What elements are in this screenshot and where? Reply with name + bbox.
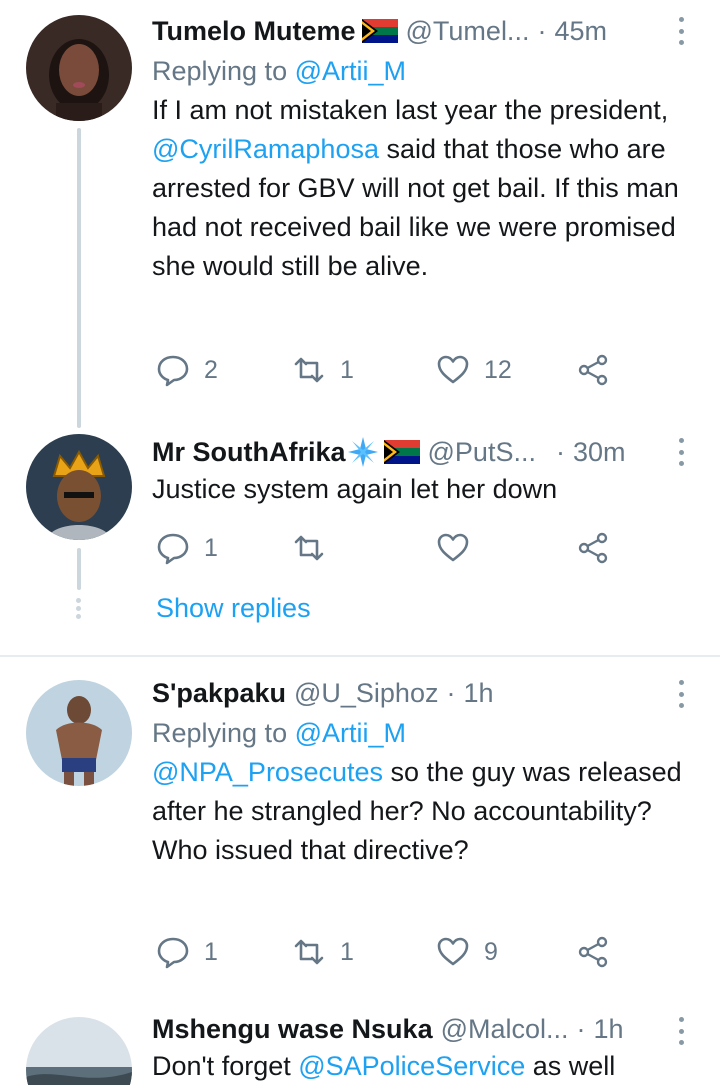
user-handle[interactable]: @PutS... [428, 437, 536, 468]
reply-count: 1 [204, 533, 218, 562]
like-button[interactable]: 12 [436, 350, 512, 390]
separator: · [555, 436, 565, 467]
reply-count: 2 [204, 355, 218, 384]
display-name[interactable]: Tumelo Muteme [152, 16, 356, 47]
tweet-text: @NPA_Prosecutes so the guy was released … [152, 753, 690, 870]
text-segment: as well [525, 1051, 616, 1081]
share-icon [578, 936, 608, 968]
sparkle-icon [347, 437, 378, 467]
avatar[interactable] [26, 434, 132, 540]
retweet-icon [294, 939, 324, 965]
more-icon[interactable] [676, 680, 686, 708]
sa-flag-icon [361, 19, 398, 43]
timestamp[interactable]: 30m [573, 437, 626, 468]
replying-to-label: Replying to [152, 718, 295, 748]
share-button[interactable] [576, 528, 610, 568]
display-name[interactable]: Mshengu wase Nsuka [152, 1014, 433, 1045]
tweet[interactable]: Mr SouthAfrika @PutS... · 30m Justice sy… [0, 428, 720, 628]
tweet-text: If I am not mistaken last year the presi… [152, 91, 690, 286]
reply-icon [157, 355, 189, 387]
text-segment: If I am not mistaken last year the presi… [152, 95, 669, 125]
avatar[interactable] [26, 680, 132, 786]
share-icon [578, 532, 608, 564]
mention-link[interactable]: @CyrilRamaphosa [152, 134, 379, 164]
sa-flag-icon [383, 440, 420, 464]
like-icon [437, 355, 469, 384]
mention-link[interactable]: @NPA_Prosecutes [152, 757, 383, 787]
like-button[interactable] [436, 528, 470, 568]
user-handle[interactable]: @Malcol... [441, 1014, 569, 1045]
show-replies-link[interactable]: Show replies [156, 593, 311, 624]
retweet-count: 1 [340, 937, 354, 966]
retweet-icon [294, 357, 324, 383]
reply-count: 1 [204, 937, 218, 966]
display-name[interactable]: Mr SouthAfrika [152, 437, 346, 468]
separator: · [537, 15, 547, 46]
retweet-button[interactable] [292, 528, 326, 568]
text-segment: Don't forget [152, 1051, 299, 1081]
reply-button[interactable]: 2 [156, 350, 218, 390]
retweet-icon [294, 535, 324, 561]
reply-button[interactable]: 1 [156, 528, 218, 568]
reply-icon [157, 937, 189, 969]
display-name[interactable]: S'pakpaku [152, 678, 286, 709]
retweet-button[interactable]: 1 [292, 932, 354, 972]
tweet-text: Justice system again let her down [152, 474, 558, 504]
tweet[interactable]: Mshengu wase Nsuka @Malcol... · 1h Don't… [0, 1005, 720, 1085]
more-icon[interactable] [676, 17, 686, 45]
like-icon [437, 937, 469, 966]
mention-link[interactable]: @Artii_M [295, 56, 406, 86]
like-button[interactable]: 9 [436, 932, 498, 972]
share-icon [578, 354, 608, 386]
tweet[interactable]: S'pakpaku @U_Siphoz · 1h Replying to @Ar… [0, 660, 720, 1000]
more-icon[interactable] [676, 438, 686, 466]
tweet-text: Don't forget @SAPoliceService as well [152, 1047, 690, 1085]
replying-to: Replying to @Artii_M [152, 715, 690, 751]
like-icon [437, 533, 469, 562]
reply-icon [157, 533, 189, 565]
user-handle[interactable]: @U_Siphoz [294, 678, 438, 709]
separator: · [576, 1013, 586, 1044]
separator: · [446, 677, 456, 708]
replying-to-label: Replying to [152, 56, 295, 86]
retweet-button[interactable]: 1 [292, 350, 354, 390]
like-count: 9 [484, 937, 498, 966]
avatar[interactable] [26, 15, 132, 121]
mention-link[interactable]: @Artii_M [295, 718, 406, 748]
timestamp[interactable]: 1h [463, 678, 493, 709]
more-icon[interactable] [676, 1017, 686, 1045]
timestamp[interactable]: 1h [594, 1014, 624, 1045]
tweet[interactable]: Tumelo Muteme @Tumel... · 45m Replying t… [0, 0, 720, 420]
avatar[interactable] [26, 1017, 132, 1085]
share-button[interactable] [576, 932, 610, 972]
like-count: 12 [484, 355, 512, 384]
mention-link[interactable]: @SAPoliceService [298, 1051, 525, 1081]
replying-to: Replying to @Artii_M [152, 53, 690, 89]
share-button[interactable] [576, 350, 610, 390]
timestamp[interactable]: 45m [554, 16, 607, 47]
divider [0, 655, 720, 657]
reply-button[interactable]: 1 [156, 932, 218, 972]
retweet-count: 1 [340, 355, 354, 384]
user-handle[interactable]: @Tumel... [406, 16, 530, 47]
